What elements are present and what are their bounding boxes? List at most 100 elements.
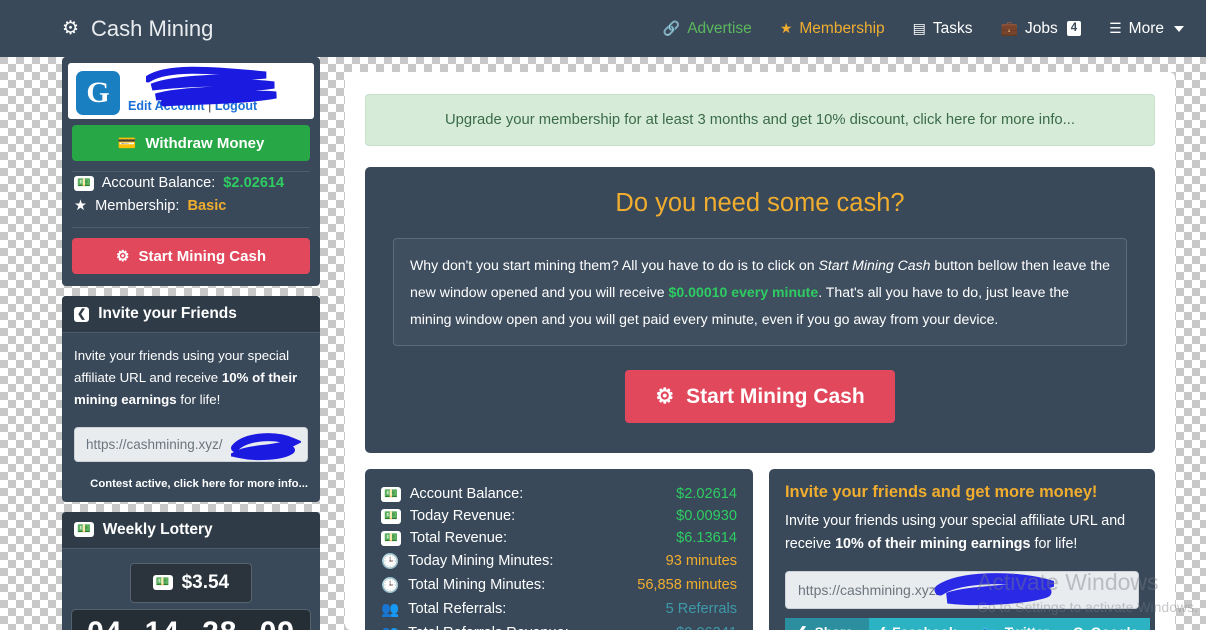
stat-value: $0.06341 [676, 625, 737, 630]
account-card: G Edit Account | Logout [68, 63, 314, 119]
nav-label-tasks: Tasks [932, 19, 973, 37]
sidebar-mine-label: Start Mining Cash [138, 247, 266, 265]
lottery-amount-value: $3.54 [181, 571, 230, 593]
stat-label: Today Revenue: [409, 508, 516, 525]
google-icon: G [1073, 625, 1084, 630]
invite-desc-2: for life! [1030, 536, 1078, 553]
star-icon: ★ [779, 20, 793, 36]
gear-icon: ⚙ [116, 248, 130, 265]
stat-value: $6.13614 [676, 530, 737, 547]
hamburger-icon: ☰ [1109, 20, 1122, 36]
stat-label: Account Balance: [409, 486, 524, 503]
hero-description: Why don't you start mining them? All you… [393, 238, 1127, 347]
nav-item-jobs[interactable]: 💼 Jobs 4 [1001, 20, 1082, 38]
invite-description: Invite your friends using your special a… [74, 345, 308, 411]
invite-panel-body: Invite your friends using your special a… [62, 333, 320, 502]
nav-item-advertise[interactable]: 🔗 Advertise [663, 20, 752, 38]
nav-label-membership: Membership [799, 19, 885, 37]
sidebar-affiliate-url-input[interactable]: https://cashmining.xyz/ [74, 426, 308, 462]
stat-label: Total Mining Minutes: [408, 577, 546, 594]
affiliate-url-redaction-scribble [934, 572, 1054, 605]
invite-friends-panel: ❮ Invite your Friends Invite your friend… [62, 296, 320, 502]
stat-label: Total Referrals Revenue: [408, 625, 569, 630]
money-icon: 💵 [74, 522, 94, 538]
share-facebook-button[interactable]: f Facebook [868, 617, 969, 630]
share-twitter-button[interactable]: 🐦 Twitter [968, 617, 1061, 630]
countdown-hours: 14 [145, 616, 180, 630]
money-icon: 💵 [74, 175, 94, 191]
people-icon: 👥 [381, 602, 400, 619]
stat-value: 5 Referrals [665, 601, 737, 618]
stat-value: 93 minutes [665, 553, 737, 570]
invite-card-title: Invite your friends and get more money! [785, 483, 1098, 502]
start-mining-cash-button[interactable]: ⚙ Start Mining Cash [625, 370, 895, 424]
lottery-panel-title: Weekly Lottery [102, 520, 213, 538]
lottery-countdown: 04 14 28 09 [71, 608, 311, 630]
star-icon: ★ [74, 198, 88, 214]
weekly-lottery-panel: 💵 Weekly Lottery 💵 $3.54 04 14 28 09 [62, 511, 320, 630]
nav-item-more[interactable]: ☰ More [1109, 20, 1184, 38]
gear-icon: ⚙ [655, 385, 675, 409]
lottery-amount: 💵 $3.54 [129, 562, 253, 603]
sidebar: G Edit Account | Logout 💳 Withdraw Money… [62, 57, 320, 630]
table-row: 💵 Today Revenue: $0.00930 [381, 505, 737, 527]
share-google-button[interactable]: G Google [1060, 617, 1151, 630]
nav-label-advertise: Advertise [687, 19, 752, 37]
invite-friends-card: Invite your friends and get more money! … [769, 469, 1155, 630]
clock-icon: 🕒 [381, 578, 400, 595]
invite-panel-title: Invite your Friends [98, 305, 237, 322]
brand-title: Cash Mining [91, 15, 214, 41]
table-row: 👥 Total Referrals Revenue: $0.06341 [381, 621, 737, 630]
table-row: 🕒 Today Mining Minutes: 93 minutes [381, 549, 737, 573]
google-label: Google [1091, 625, 1139, 630]
main-content-card: Upgrade your membership for at least 3 m… [345, 72, 1175, 630]
sidebar-balance-value: $2.02614 [223, 175, 285, 191]
share-label: ❮ Share: [785, 617, 869, 630]
hero-title: Do you need some cash? [615, 189, 905, 217]
briefcase-icon: 💼 [1000, 20, 1018, 36]
stat-label: Total Revenue: [409, 530, 508, 547]
stats-card: 💵 Account Balance: $2.02614 💵 Today Revenu… [365, 469, 753, 630]
lottery-panel-header: 💵 Weekly Lottery [62, 511, 320, 549]
edit-account-link[interactable]: Edit Account [128, 99, 205, 113]
stat-value: $2.02614 [676, 486, 737, 503]
stat-value: 56,858 minutes [637, 577, 737, 594]
upgrade-membership-alert[interactable]: Upgrade your membership for at least 3 m… [365, 94, 1155, 146]
sidebar-start-mining-button[interactable]: ⚙ Start Mining Cash [72, 238, 310, 274]
withdraw-money-button[interactable]: 💳 Withdraw Money [72, 125, 310, 161]
hero-section: Do you need some cash? Why don't you sta… [365, 167, 1155, 454]
stat-value: $0.00930 [676, 508, 737, 525]
invite-desc-bold: 10% of their mining earnings [835, 536, 1031, 553]
sidebar-balance-row: 💵 Account Balance: $2.02614 [62, 172, 320, 194]
nav-item-membership[interactable]: ★ Membership [780, 20, 885, 38]
account-panel: G Edit Account | Logout 💳 Withdraw Money… [62, 57, 320, 286]
facebook-icon: f [881, 625, 886, 630]
sidebar-affiliate-url-value: https://cashmining.xyz/ [86, 436, 223, 452]
top-navbar: ⚙ Cash Mining 🔗 Advertise ★ Membership ▤… [0, 0, 1206, 57]
money-icon: 💵 [152, 575, 173, 591]
share-row: ❮ Share: f Facebook 🐦 Twitter G Google [785, 617, 1151, 630]
brand-logo[interactable]: ⚙ Cash Mining [62, 16, 213, 42]
table-row: 💵 Account Balance: $2.02614 [381, 483, 737, 505]
hero-body-1: Why don't you start mining them? All you… [410, 257, 819, 273]
logout-link[interactable]: Logout [215, 99, 257, 113]
nav-label-more: More [1128, 19, 1164, 37]
table-row: 🕒 Total Mining Minutes: 56,858 minutes [381, 573, 737, 597]
hero-body-italic: Start Mining Cash [818, 257, 931, 273]
gear-icon: ⚙ [62, 18, 80, 39]
affiliate-url-input[interactable]: https://cashmining.xyz/ [785, 570, 1139, 609]
invite-card-description: Invite your friends using your special a… [785, 510, 1139, 556]
sidebar-membership-value: Basic [187, 197, 227, 214]
countdown-days: 04 [87, 616, 122, 630]
table-row: 💵 Total Revenue: $6.13614 [381, 527, 737, 549]
stat-label: Today Mining Minutes: [408, 553, 554, 570]
account-links: Edit Account | Logout [128, 99, 257, 115]
facebook-label: Facebook [892, 625, 956, 630]
twitter-icon: 🐦 [981, 625, 998, 630]
list-icon: ▤ [912, 20, 926, 36]
people-icon: 👥 [381, 624, 399, 630]
share-icon: ❮ [796, 625, 808, 630]
nav-item-tasks[interactable]: ▤ Tasks [913, 20, 973, 38]
lottery-panel-body: 💵 $3.54 04 14 28 09 [62, 549, 320, 630]
contest-link[interactable]: Contest active, click here for more info… [74, 478, 308, 490]
